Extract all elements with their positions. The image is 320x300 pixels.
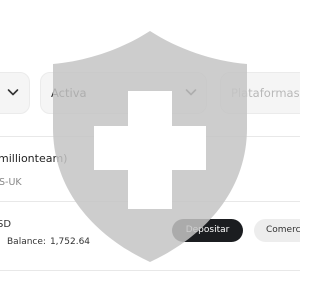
- divider: [0, 136, 300, 137]
- filter-dropdown-type[interactable]: [0, 72, 30, 114]
- account-currency: SD: [0, 219, 12, 230]
- account-name: millionteam): [0, 152, 68, 165]
- chevron-down-icon: [7, 89, 19, 96]
- trade-button[interactable]: Comerci: [254, 219, 300, 242]
- filter-platforms-placeholder: Plataformas d: [231, 86, 300, 100]
- divider: [0, 201, 300, 202]
- filter-dropdown-status[interactable]: Activa: [40, 72, 207, 114]
- divider: [0, 270, 300, 271]
- account-balance: Balance: 1,752.64: [7, 237, 90, 247]
- balance-value: 1,752.64: [49, 237, 91, 247]
- shield-cross-icon: [53, 31, 247, 262]
- account-server: S-UK: [0, 177, 22, 188]
- filter-dropdown-platforms[interactable]: Plataformas d: [220, 72, 300, 114]
- accounts-page: Activa Plataformas d millionteam) S-UK S…: [0, 0, 300, 300]
- deposit-button[interactable]: Depositar: [172, 219, 243, 242]
- filter-status-value: Activa: [51, 86, 87, 100]
- balance-label: Balance:: [7, 237, 46, 247]
- chevron-down-icon: [185, 89, 197, 96]
